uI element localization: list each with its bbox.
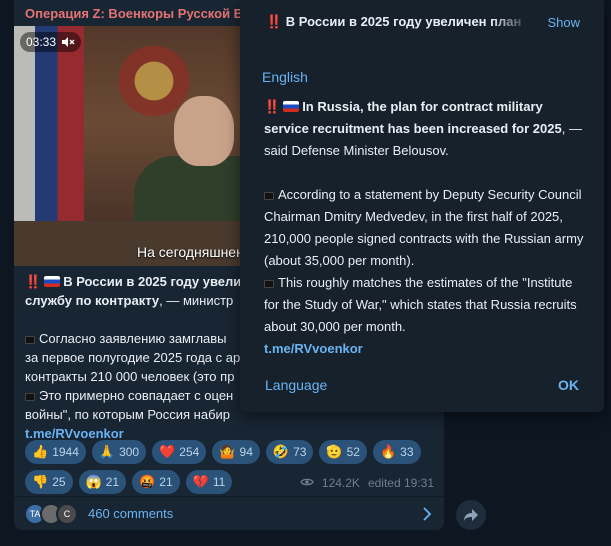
post-paragraph-1-line-3: контракты 210 000 человек (это пр bbox=[25, 369, 235, 384]
share-icon bbox=[464, 509, 478, 521]
commenter-avatars: TA C bbox=[24, 502, 78, 525]
thumbs-up-icon: 👍 bbox=[32, 444, 49, 459]
chevron-right-icon bbox=[423, 507, 432, 521]
scream-icon: 😱 bbox=[85, 474, 102, 489]
reaction-count: 25 bbox=[52, 475, 66, 489]
translation-popup: ‼️ В России в 2025 году увеличен план Sh… bbox=[240, 0, 604, 412]
double-exclamation-icon: ‼️ bbox=[25, 274, 41, 289]
language-button[interactable]: Language bbox=[265, 377, 327, 393]
pray-icon: 🙏 bbox=[98, 444, 116, 459]
post-title-cont: службу по контракту bbox=[25, 293, 160, 308]
salute-icon: 🫡 bbox=[326, 444, 343, 459]
angry-icon: 🤬 bbox=[139, 474, 156, 489]
video-subtitle: На сегодняшнен bbox=[137, 244, 244, 260]
reaction-heart[interactable]: ❤️ 254 bbox=[152, 440, 207, 464]
reaction-thumbs-up[interactable]: 👍 1944 bbox=[25, 440, 86, 464]
reaction-salute[interactable]: 🫡 52 bbox=[319, 440, 367, 464]
translated-title: In Russia, the plan for contract militar… bbox=[264, 99, 562, 136]
russia-flag-icon bbox=[283, 101, 300, 112]
bullet-icon bbox=[264, 191, 274, 200]
share-button[interactable] bbox=[456, 500, 486, 530]
bullet-icon bbox=[25, 335, 35, 344]
reaction-count: 254 bbox=[179, 445, 200, 459]
reaction-fire[interactable]: 🔥 33 bbox=[372, 440, 421, 464]
translated-paragraph-2: This roughly matches the estimates of th… bbox=[264, 275, 577, 334]
double-exclamation-icon: ‼️ bbox=[264, 99, 280, 114]
thumbs-down-icon: 👎 bbox=[32, 474, 49, 489]
ok-button[interactable]: OK bbox=[558, 377, 579, 393]
reaction-count: 21 bbox=[159, 475, 173, 489]
reaction-count: 94 bbox=[239, 445, 253, 459]
video-duration: 03:33 bbox=[26, 35, 57, 49]
mute-icon[interactable] bbox=[61, 36, 75, 48]
post-paragraph-2-line-2: войны", по которым Россия набир bbox=[25, 407, 231, 422]
avatar: C bbox=[56, 502, 78, 525]
translation-language: English bbox=[262, 69, 308, 85]
broken-heart-icon: 💔 bbox=[192, 474, 209, 489]
post-title: В России в 2025 году увели bbox=[63, 274, 242, 289]
russia-flag-icon bbox=[44, 276, 61, 287]
post-title-rest: , — министр bbox=[159, 293, 234, 308]
eye-icon bbox=[300, 476, 314, 490]
post-paragraph-2-line-1: Это примерно совпадает с оцен bbox=[39, 388, 234, 403]
translated-channel-link[interactable]: t.me/RVvoenkor bbox=[264, 341, 363, 356]
bullet-icon bbox=[264, 279, 274, 288]
popup-original-title: ‼️ В России в 2025 году увеличен план bbox=[266, 14, 522, 29]
reaction-count: 33 bbox=[400, 445, 414, 459]
rofl-icon: 🤣 bbox=[272, 444, 290, 459]
reaction-count: 300 bbox=[119, 445, 140, 459]
reaction-rofl[interactable]: 🤣 73 bbox=[265, 440, 314, 464]
video-duration-badge: 03:33 bbox=[20, 32, 82, 52]
reaction-shrug[interactable]: 🤷 94 bbox=[212, 440, 260, 464]
post-meta: 124.2K edited 19:31 bbox=[300, 476, 434, 490]
post-paragraph-1-line-1: Согласно заявлению замглавы bbox=[39, 331, 227, 346]
heart-icon: ❤️ bbox=[159, 444, 176, 459]
show-original-button[interactable]: Show bbox=[547, 15, 580, 30]
channel-link[interactable]: t.me/RVvoenkor bbox=[25, 426, 124, 441]
reaction-broken-heart[interactable]: 💔 11 bbox=[185, 470, 233, 494]
translation-body: ‼️ In Russia, the plan for contract milit… bbox=[264, 96, 584, 360]
comments-bar[interactable]: TA C 460 comments bbox=[14, 496, 444, 530]
shrug-icon: 🤷 bbox=[219, 444, 236, 459]
reaction-count: 52 bbox=[346, 445, 360, 459]
fire-icon: 🔥 bbox=[379, 444, 397, 459]
post-paragraph-1-line-2: за первое полугодие 2025 года с ар bbox=[25, 350, 241, 365]
reaction-count: 21 bbox=[105, 475, 120, 489]
bullet-icon bbox=[25, 392, 35, 401]
views-count: 124.2K bbox=[321, 476, 360, 490]
popup-header: ‼️ В России в 2025 году увеличен план Sh… bbox=[240, 0, 604, 44]
channel-name[interactable]: Операция Z: Военкоры Русской В bbox=[25, 6, 243, 21]
reaction-thumbs-down[interactable]: 👎 25 bbox=[25, 470, 73, 494]
reaction-count: 73 bbox=[293, 445, 307, 459]
translated-paragraph-1: According to a statement by Deputy Secur… bbox=[264, 187, 584, 268]
reaction-count: 1944 bbox=[52, 445, 79, 459]
reaction-scream[interactable]: 😱 21 bbox=[78, 470, 127, 494]
reaction-count: 11 bbox=[212, 475, 226, 489]
reaction-angry[interactable]: 🤬 21 bbox=[132, 470, 180, 494]
edited-time: edited 19:31 bbox=[367, 476, 434, 490]
reaction-pray[interactable]: 🙏 300 bbox=[91, 440, 147, 464]
comments-count[interactable]: 460 comments bbox=[88, 506, 173, 521]
